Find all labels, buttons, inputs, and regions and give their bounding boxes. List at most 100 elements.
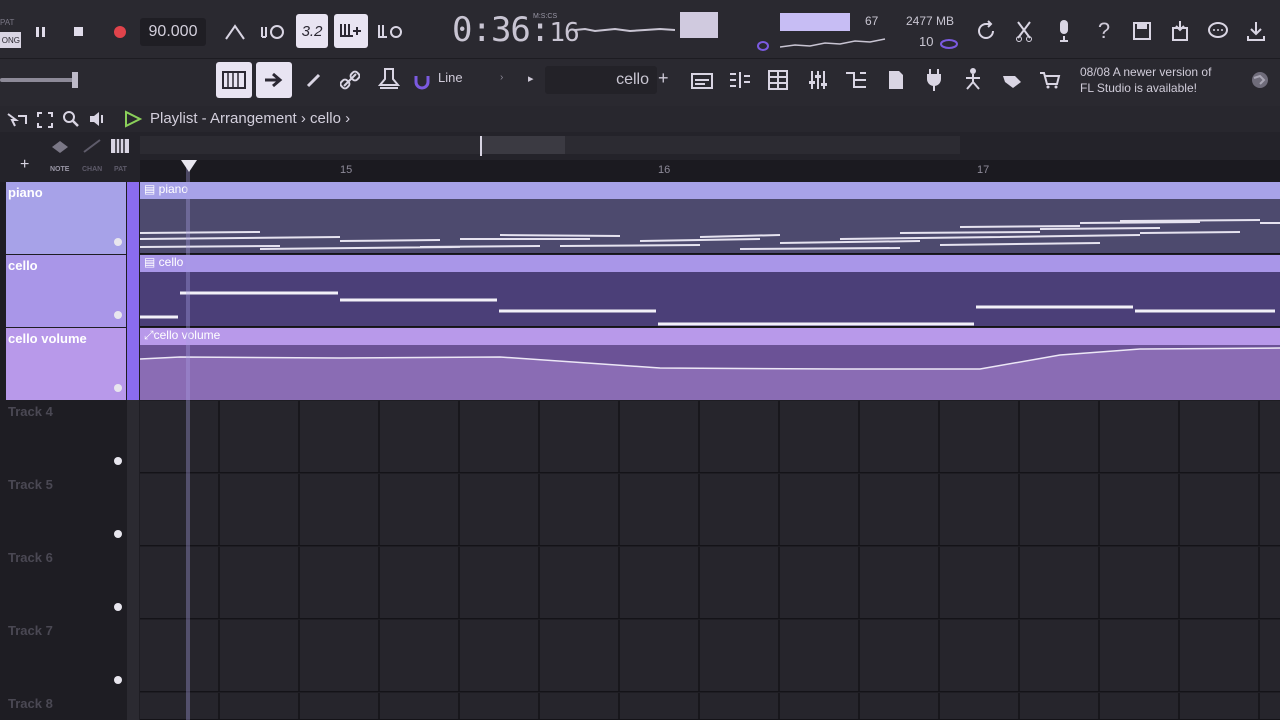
- plug-icon: [927, 69, 941, 91]
- timeline-ruler[interactable]: 15 16 17: [140, 160, 1280, 182]
- microphone-icon: [1060, 20, 1068, 42]
- tempo-display[interactable]: 90.000: [140, 18, 206, 46]
- add-pattern-button[interactable]: +: [658, 68, 669, 89]
- track-header-cello-volume[interactable]: cello volume: [6, 328, 126, 400]
- download-button[interactable]: [1242, 16, 1270, 46]
- track-mute-dot[interactable]: [114, 676, 122, 684]
- piano-roll-button[interactable]: [216, 62, 252, 98]
- play-arrangement-icon[interactable]: [124, 110, 144, 128]
- add-track-button[interactable]: +: [20, 156, 29, 174]
- song-mode-toggle[interactable]: ONG: [0, 32, 21, 48]
- shop-button[interactable]: [1036, 66, 1064, 94]
- snap-mode-select[interactable]: Line: [438, 70, 463, 85]
- track-mute-dot[interactable]: [114, 384, 122, 392]
- note-tab-icon[interactable]: [50, 140, 70, 154]
- clip-cello-volume[interactable]: ⤢cello volume: [140, 328, 1280, 400]
- playlist-button[interactable]: [688, 66, 716, 94]
- countdown-button[interactable]: 3.2: [296, 14, 328, 48]
- track-mute-dot[interactable]: [114, 311, 122, 319]
- pat-tab-icon[interactable]: [110, 138, 130, 154]
- wait-icon: [261, 25, 284, 39]
- magnet-icon[interactable]: [414, 74, 430, 90]
- browser-button[interactable]: [882, 66, 910, 94]
- track-header-4[interactable]: Track 4: [6, 401, 126, 473]
- record-audio-button[interactable]: [1050, 16, 1078, 46]
- lane-track-8[interactable]: [140, 693, 1280, 720]
- track-mute-dot[interactable]: [114, 603, 122, 611]
- zoom-icon[interactable]: [62, 110, 80, 128]
- touch-keyboard-button[interactable]: [998, 66, 1026, 94]
- track-name: Track 8: [8, 696, 53, 711]
- master-volume-handle[interactable]: [72, 72, 78, 88]
- track-header-7[interactable]: Track 7: [6, 620, 126, 692]
- plugin-database-button[interactable]: [920, 66, 948, 94]
- cut-button[interactable]: [1010, 16, 1038, 46]
- track-mute-dot[interactable]: [114, 457, 122, 465]
- wait-input-button[interactable]: [258, 18, 288, 46]
- channel-rack-button[interactable]: [764, 66, 792, 94]
- track-mute-dot[interactable]: [114, 530, 122, 538]
- stamp-icon: [378, 68, 400, 89]
- undo-button[interactable]: [972, 16, 1000, 46]
- chan-tab-icon[interactable]: [82, 138, 102, 154]
- step-sequencer-icon: [730, 72, 750, 88]
- help-button[interactable]: ?: [1090, 16, 1118, 46]
- scissors-icon: [1016, 21, 1032, 42]
- loop-record-button[interactable]: [374, 18, 406, 46]
- save-as-button[interactable]: [1166, 16, 1194, 46]
- lane-track-5[interactable]: [140, 474, 1280, 546]
- master-volume-slider[interactable]: [0, 78, 78, 82]
- chat-button[interactable]: [1204, 16, 1232, 46]
- snap-arrow-icon: ›: [500, 72, 504, 83]
- arrow-button[interactable]: [256, 62, 292, 98]
- track-header-cello[interactable]: cello: [6, 255, 126, 327]
- track-mute-dot[interactable]: [114, 238, 122, 246]
- piano-notes: [140, 219, 1280, 250]
- plugin-picker-button[interactable]: [374, 64, 404, 94]
- mixer-button[interactable]: [804, 66, 832, 94]
- news-panel[interactable]: 08/08 A newer version of FL Studio is av…: [1080, 64, 1240, 96]
- draw-tool-button[interactable]: [300, 66, 328, 94]
- track-header-6[interactable]: Track 6: [6, 547, 126, 619]
- speaker-icon[interactable]: [88, 111, 106, 127]
- link-button[interactable]: [336, 66, 364, 94]
- clip-name: piano: [158, 182, 189, 196]
- pause-button[interactable]: [30, 20, 52, 44]
- bar-number: 16: [658, 164, 671, 176]
- download-icon: [1247, 22, 1265, 41]
- clip-piano[interactable]: ▤ piano: [140, 182, 1280, 254]
- lane-track-7[interactable]: [140, 620, 1280, 692]
- save-button[interactable]: [1128, 16, 1156, 46]
- playhead[interactable]: [186, 160, 190, 720]
- polyphony-count: 10: [919, 34, 934, 49]
- clip-label: ▤ cello: [140, 255, 1280, 272]
- chan-tab[interactable]: CHAN: [82, 166, 102, 173]
- clip-cello[interactable]: ▤ cello: [140, 255, 1280, 327]
- channel-routing-button[interactable]: [842, 66, 870, 94]
- playhead-marker[interactable]: [181, 160, 197, 172]
- tutorial-button[interactable]: [958, 64, 988, 94]
- snap-icon[interactable]: [6, 112, 30, 128]
- oscilloscope-display: [575, 27, 675, 33]
- globe-icon[interactable]: [1250, 70, 1270, 90]
- lane-track-6[interactable]: [140, 547, 1280, 619]
- stop-button[interactable]: [68, 20, 90, 44]
- scrollbar-thumb[interactable]: [480, 136, 565, 154]
- pattern-selector[interactable]: cello: [545, 66, 657, 94]
- link-icon: [940, 39, 958, 49]
- pat-tab[interactable]: PAT: [114, 166, 127, 173]
- track-header-5[interactable]: Track 5: [6, 474, 126, 546]
- metronome-button[interactable]: [220, 18, 250, 46]
- note-tab[interactable]: NOTE: [50, 166, 69, 173]
- track-header-8[interactable]: Track 8: [6, 693, 126, 720]
- fullscreen-icon[interactable]: [36, 111, 54, 129]
- step-sequencer-button[interactable]: [726, 66, 754, 94]
- step-edit-button[interactable]: [334, 14, 368, 48]
- track-name: Track 4: [8, 404, 53, 419]
- lane-track-4[interactable]: [140, 401, 1280, 473]
- pattern-prev-icon[interactable]: ▸: [528, 72, 534, 85]
- horizontal-scrollbar[interactable]: [140, 136, 960, 156]
- record-button[interactable]: [108, 20, 132, 44]
- track-header-piano[interactable]: piano: [6, 182, 126, 254]
- pencil-icon: [306, 73, 321, 88]
